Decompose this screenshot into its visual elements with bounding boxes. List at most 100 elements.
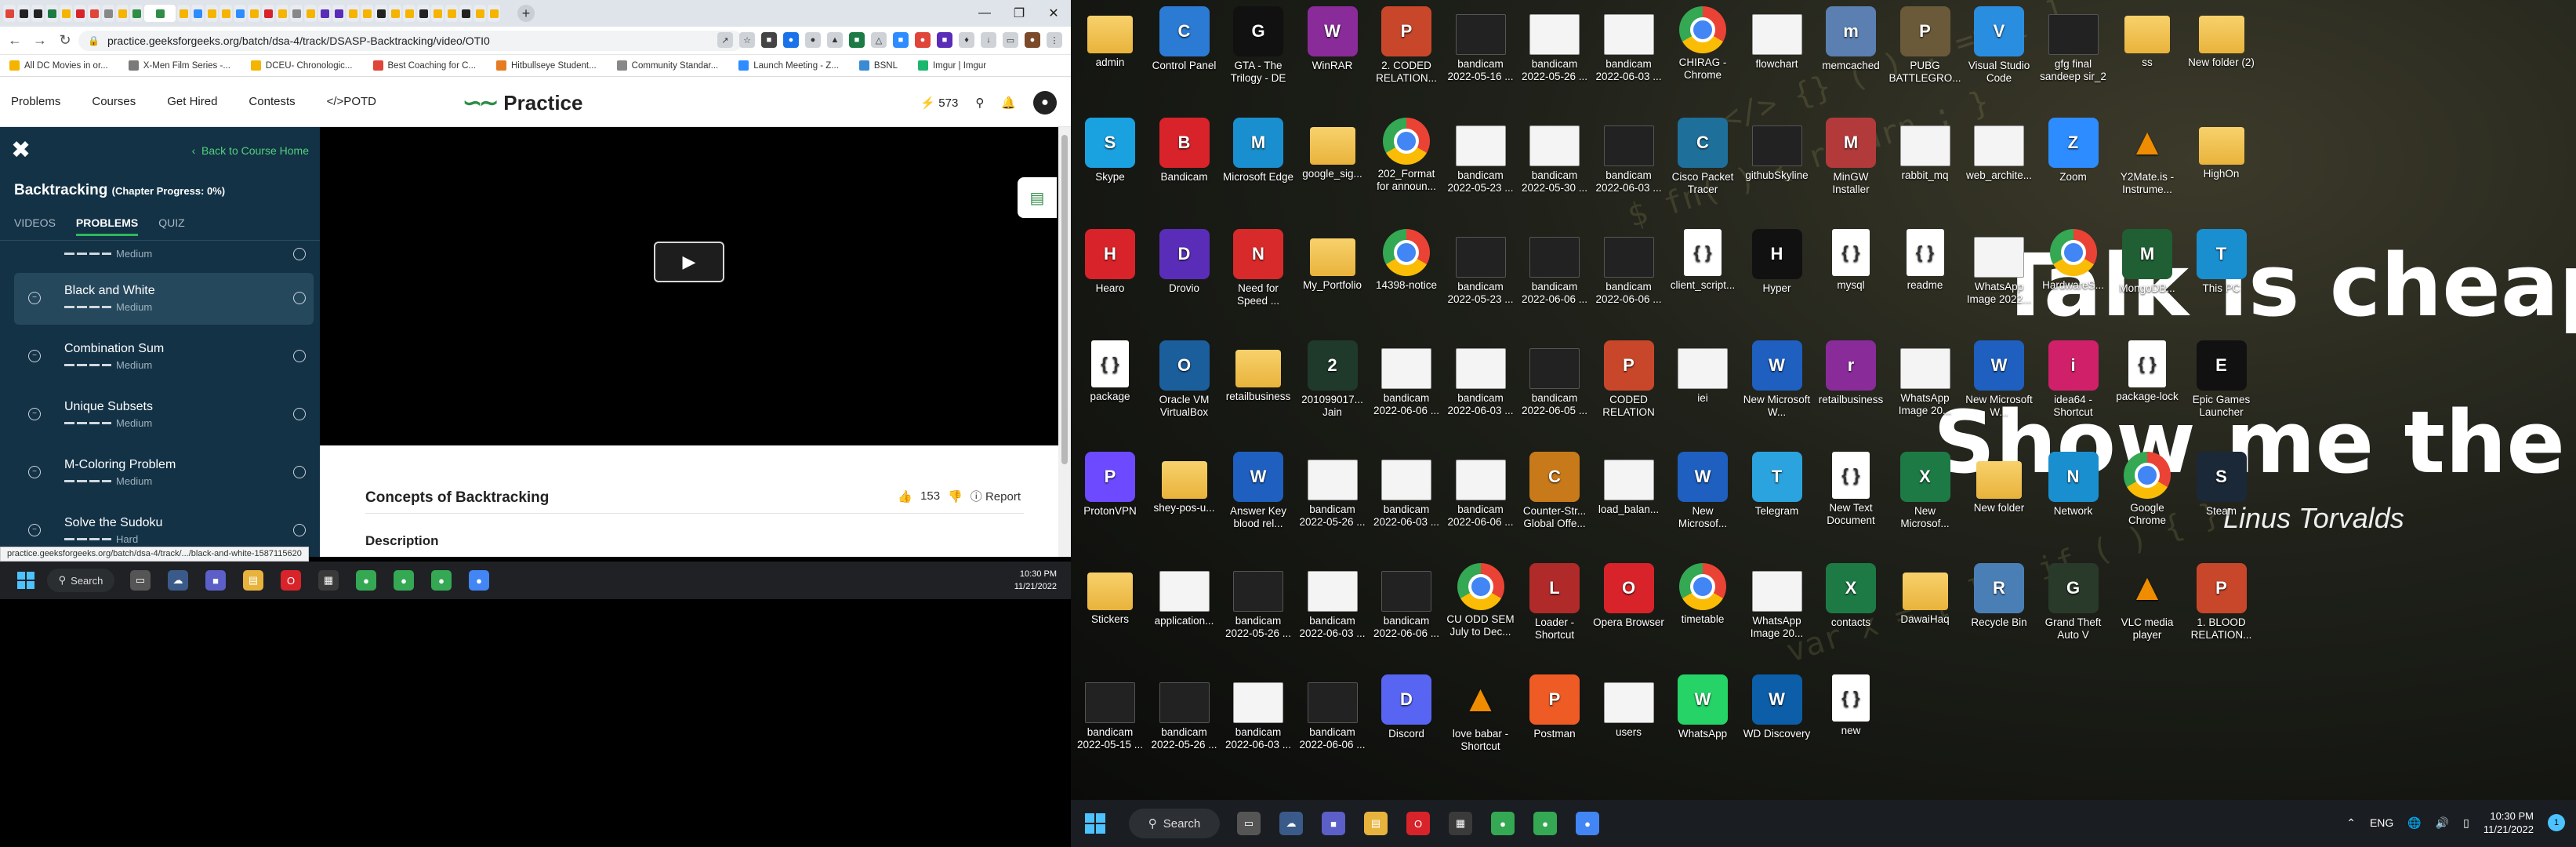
- desktop-icon[interactable]: HighOn: [2186, 118, 2258, 180]
- desktop-icon[interactable]: N Need for Speed ...: [1222, 229, 1294, 307]
- thumbs-down-icon[interactable]: 👎: [948, 489, 963, 503]
- bookmark-item[interactable]: Imgur | Imgur: [917, 60, 986, 71]
- network-icon[interactable]: 🌐: [2407, 816, 2421, 830]
- start-icon[interactable]: [1085, 813, 1105, 834]
- opera-icon[interactable]: O: [1406, 812, 1430, 835]
- close-window-icon[interactable]: ✕: [1036, 0, 1071, 27]
- desktop-icon[interactable]: bandicam 2022-06-06 ...: [1445, 452, 1517, 529]
- gfg-logo[interactable]: ∽∼ Practice: [463, 89, 582, 117]
- desktop-icon[interactable]: bandicam 2022-06-03 ...: [1222, 674, 1294, 751]
- browser-tab[interactable]: [431, 5, 444, 22]
- desktop-icon[interactable]: WhatsApp Image 20...: [1741, 563, 1813, 640]
- desktop-icon[interactable]: bandicam 2022-05-23 ...: [1445, 118, 1517, 194]
- browser-tab[interactable]: [304, 5, 317, 22]
- browser-tab[interactable]: [332, 5, 345, 22]
- desktop-icon[interactable]: W Answer Key blood rel...: [1222, 452, 1294, 530]
- desktop-icon[interactable]: T This PC: [2186, 229, 2258, 295]
- desktop-icon[interactable]: P ProtonVPN: [1074, 452, 1146, 518]
- nav-contests[interactable]: Contests: [249, 95, 295, 108]
- desktop-icon[interactable]: bandicam 2022-06-06 ...: [1297, 674, 1369, 751]
- report-button[interactable]: ⓘ Report: [971, 488, 1021, 504]
- desktop-icon[interactable]: gfg final sandeep sir_2: [2037, 6, 2110, 83]
- list-item[interactable]: − M-Coloring Problem Medium: [14, 447, 314, 499]
- avatar[interactable]: ●: [1033, 91, 1057, 115]
- new-tab-button[interactable]: +: [517, 5, 535, 22]
- battery-icon[interactable]: ▯: [2463, 816, 2469, 830]
- tab-videos[interactable]: VIDEOS: [14, 216, 56, 236]
- desktop-icon[interactable]: G Grand Theft Auto V: [2037, 563, 2110, 642]
- forward-icon[interactable]: →: [33, 32, 47, 49]
- desktop-icon[interactable]: githubSkyline: [1741, 118, 1813, 182]
- desktop-icon[interactable]: H Hearo: [1074, 229, 1146, 295]
- bookmark-item[interactable]: BSNL: [858, 60, 898, 71]
- desktop-icon[interactable]: bandicam 2022-06-03 ...: [1593, 118, 1665, 194]
- task-view-icon[interactable]: ▭: [1237, 812, 1261, 835]
- desktop-icon[interactable]: New folder: [1963, 452, 2035, 514]
- close-icon[interactable]: ✖: [11, 136, 31, 164]
- desktop-icon[interactable]: { } readme: [1889, 229, 1961, 292]
- chrome-icon[interactable]: ●: [356, 570, 376, 591]
- bookmark-item[interactable]: Community Standar...: [616, 60, 718, 71]
- desktop-icon[interactable]: r retailbusiness: [1815, 340, 1887, 406]
- desktop-icon[interactable]: L Loader - Shortcut: [1518, 563, 1591, 642]
- desktop-icon[interactable]: My_Portfolio: [1297, 229, 1369, 292]
- desktop-icon[interactable]: bandicam 2022-05-26 ...: [1222, 563, 1294, 640]
- desktop-icon[interactable]: flowchart: [1741, 6, 1813, 71]
- desktop-icon[interactable]: 202_Format for announ...: [1370, 118, 1442, 193]
- desktop-icon[interactable]: T Telegram: [1741, 452, 1813, 518]
- desktop-icon[interactable]: bandicam 2022-06-03 ...: [1445, 340, 1517, 417]
- browser-tab[interactable]: [220, 5, 232, 22]
- desktop-icon[interactable]: Xcontacts: [1815, 563, 1887, 629]
- volume-icon[interactable]: 🔊: [2436, 816, 2449, 830]
- desktop-icon[interactable]: bandicam 2022-06-03 ...: [1297, 563, 1369, 640]
- desktop-icon[interactable]: S Skype: [1074, 118, 1146, 184]
- desktop-icon[interactable]: { } package: [1074, 340, 1146, 403]
- browser-tab[interactable]: [403, 5, 415, 22]
- video-player[interactable]: ▶: [320, 127, 1058, 445]
- desktop-icon[interactable]: bandicam 2022-05-26 ...: [1148, 674, 1221, 751]
- extensions-puzzle-icon[interactable]: ♦: [959, 32, 974, 48]
- taskbar-search-button[interactable]: ⚲ Search: [47, 569, 114, 592]
- desktop-icon[interactable]: P 2. CODED RELATION...: [1370, 6, 1442, 85]
- taskbar-search-button[interactable]: ⚲ Search: [1129, 809, 1220, 838]
- desktop-icon[interactable]: W WhatsApp: [1667, 674, 1739, 740]
- desktop-icon[interactable]: iei: [1667, 340, 1739, 405]
- desktop-icon[interactable]: bandicam 2022-06-06 ...: [1593, 229, 1665, 306]
- desktop-icon[interactable]: P 1. BLOOD RELATION...: [2186, 563, 2258, 642]
- desktop-icon[interactable]: E Epic Games Launcher: [2186, 340, 2258, 419]
- bookmark-star-icon[interactable]: ☆: [739, 32, 755, 48]
- task-view-icon[interactable]: ▭: [130, 570, 151, 591]
- browser-tab[interactable]: [17, 5, 30, 22]
- play-icon[interactable]: ▶: [654, 242, 724, 282]
- extension-icon[interactable]: ■: [761, 32, 777, 48]
- desktop-icon[interactable]: W New Microsoft W...: [1741, 340, 1813, 419]
- desktop-icon[interactable]: O Oracle VM VirtualBox: [1148, 340, 1221, 419]
- desktop-icon[interactable]: shey-pos-u...: [1148, 452, 1221, 514]
- desktop-icon[interactable]: M MongoDB...: [2111, 229, 2183, 295]
- store-icon[interactable]: ▦: [318, 570, 339, 591]
- chevron-up-icon[interactable]: ⌃: [2346, 816, 2356, 830]
- browser-tab[interactable]: [3, 5, 16, 22]
- desktop-icon[interactable]: ss: [2111, 6, 2183, 69]
- extension-icon[interactable]: ■: [893, 32, 909, 48]
- desktop-icon[interactable]: web_archite...: [1963, 118, 2035, 182]
- desktop-icon[interactable]: HardwareS...: [2037, 229, 2110, 292]
- desktop-icon[interactable]: admin: [1074, 6, 1146, 69]
- back-to-course-link[interactable]: ‹ Back to Course Home: [192, 144, 309, 157]
- desktop-icon[interactable]: bandicam 2022-06-06 ...: [1370, 563, 1442, 640]
- share-icon[interactable]: ↗: [717, 32, 733, 48]
- kebab-menu-icon[interactable]: ⋮: [1047, 32, 1062, 48]
- desktop-icon[interactable]: rabbit_mq: [1889, 118, 1961, 182]
- desktop-icon[interactable]: i idea64 - Shortcut: [2037, 340, 2110, 419]
- chrome-icon[interactable]: ●: [431, 570, 452, 591]
- extension-icon[interactable]: ●: [915, 32, 931, 48]
- desktop-icon[interactable]: Z Zoom: [2037, 118, 2110, 184]
- desktop-icon[interactable]: P PUBG BATTLEGRO...: [1889, 6, 1961, 85]
- browser-tab[interactable]: [248, 5, 260, 22]
- browser-tab[interactable]: [60, 5, 72, 22]
- browser-tab[interactable]: [130, 5, 143, 22]
- tab-quiz[interactable]: QUIZ: [158, 216, 184, 236]
- desktop-icon[interactable]: { } New Text Document: [1815, 452, 1887, 527]
- extension-icon[interactable]: ■: [937, 32, 952, 48]
- desktop-icon[interactable]: Google Chrome: [2111, 452, 2183, 527]
